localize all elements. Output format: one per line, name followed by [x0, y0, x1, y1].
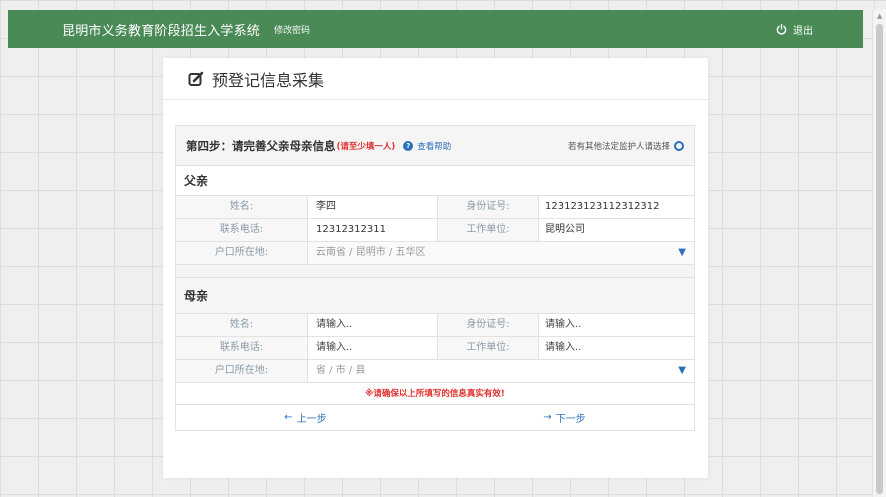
father-row-1: 姓名: 李四 身份证号: 123123123112312312: [176, 196, 694, 219]
father-phone-input[interactable]: 12312312311: [307, 219, 438, 241]
guardian-radio[interactable]: [674, 140, 684, 151]
prev-step-button[interactable]: ← 上一步: [176, 405, 435, 430]
arrow-right-icon: →: [543, 412, 552, 423]
scroll-up-icon[interactable]: ▲: [877, 12, 882, 20]
mother-address-label: 户口所在地:: [176, 360, 307, 382]
father-row-2: 联系电话: 12312312311 工作单位: 昆明公司: [176, 219, 694, 242]
help-link[interactable]: ? 查看帮助: [403, 140, 451, 152]
mother-row-1: 姓名: 请输入.. 身份证号: 请输入..: [176, 314, 694, 337]
mother-row-3: 户口所在地: 省 / 市 / 县 ▼: [176, 360, 694, 383]
chevron-down-icon: ▼: [678, 247, 686, 258]
father-address-label: 户口所在地:: [176, 242, 307, 264]
step-navigation: ← 上一步 → 下一步: [176, 405, 694, 430]
mother-name-input[interactable]: 请输入..: [307, 314, 438, 336]
mother-address-placeholder: 省 / 市 / 县: [316, 365, 366, 376]
father-work-label: 工作单位:: [438, 219, 538, 241]
father-phone-label: 联系电话:: [176, 219, 307, 241]
other-guardian-option[interactable]: 若有其他法定监护人请选择: [568, 140, 684, 152]
card-title: 预登记信息采集: [212, 70, 325, 90]
chevron-down-icon: ▼: [678, 365, 686, 376]
mother-row-2: 联系电话: 请输入.. 工作单位: 请输入..: [176, 337, 694, 360]
scrollbar-thumb[interactable]: [876, 24, 883, 494]
father-id-label: 身份证号:: [438, 196, 538, 218]
mother-phone-label: 联系电话:: [176, 337, 307, 359]
help-label: 查看帮助: [417, 141, 452, 152]
mother-id-input[interactable]: 请输入..: [538, 314, 694, 336]
father-work-input[interactable]: 昆明公司: [538, 219, 694, 241]
app-title: 昆明市义务教育阶段招生入学系统: [62, 23, 261, 39]
mother-name-label: 姓名:: [176, 314, 307, 336]
father-row-3: 户口所在地: 云南省 / 昆明市 / 五华区 ▼: [176, 242, 694, 265]
father-section-title: 父亲: [176, 166, 694, 196]
required-note: (请至少填一人): [336, 141, 396, 152]
mother-work-input[interactable]: 请输入..: [538, 337, 694, 359]
father-name-input[interactable]: 李四: [307, 196, 438, 218]
logout-button[interactable]: 退出: [776, 10, 813, 48]
arrow-left-icon: ←: [284, 412, 293, 423]
next-step-label: 下一步: [555, 414, 586, 425]
registration-card: 预登记信息采集 第四步：请完善父亲母亲信息 (请至少填一人) ? 查看帮助 若有…: [163, 58, 708, 478]
step-header: 第四步：请完善父亲母亲信息 (请至少填一人) ? 查看帮助 若有其他法定监护人请…: [176, 126, 694, 166]
edit-icon: [188, 71, 204, 86]
section-spacer: [176, 265, 694, 278]
card-header: 预登记信息采集: [163, 58, 708, 100]
mother-section-title: 母亲: [176, 278, 694, 314]
prev-step-label: 上一步: [296, 414, 327, 425]
father-name-label: 姓名:: [176, 196, 307, 218]
guardian-label: 若有其他法定监护人请选择: [567, 141, 670, 152]
father-id-input[interactable]: 123123123112312312: [538, 196, 694, 218]
father-address-value: 云南省 / 昆明市 / 五华区: [316, 247, 426, 258]
mother-work-label: 工作单位:: [438, 337, 538, 359]
mother-address-select[interactable]: 省 / 市 / 县 ▼: [307, 360, 694, 382]
next-step-button[interactable]: → 下一步: [435, 405, 694, 430]
power-icon: [776, 23, 787, 34]
top-nav-bar: 昆明市义务教育阶段招生入学系统 修改密码 退出: [8, 10, 863, 48]
page-scrollbar[interactable]: ▲: [872, 10, 886, 497]
father-address-select[interactable]: 云南省 / 昆明市 / 五华区 ▼: [307, 242, 694, 264]
truthfulness-warning: ※请确保以上所填写的信息真实有效!: [176, 383, 694, 405]
parents-panel: 第四步：请完善父亲母亲信息 (请至少填一人) ? 查看帮助 若有其他法定监护人请…: [175, 125, 695, 431]
mother-id-label: 身份证号:: [438, 314, 538, 336]
change-password-link[interactable]: 修改密码: [274, 23, 310, 36]
question-icon: ?: [403, 140, 414, 151]
mother-phone-input[interactable]: 请输入..: [307, 337, 438, 359]
step-title: 第四步：请完善父亲母亲信息: [186, 138, 336, 153]
logout-label: 退出: [793, 25, 813, 37]
